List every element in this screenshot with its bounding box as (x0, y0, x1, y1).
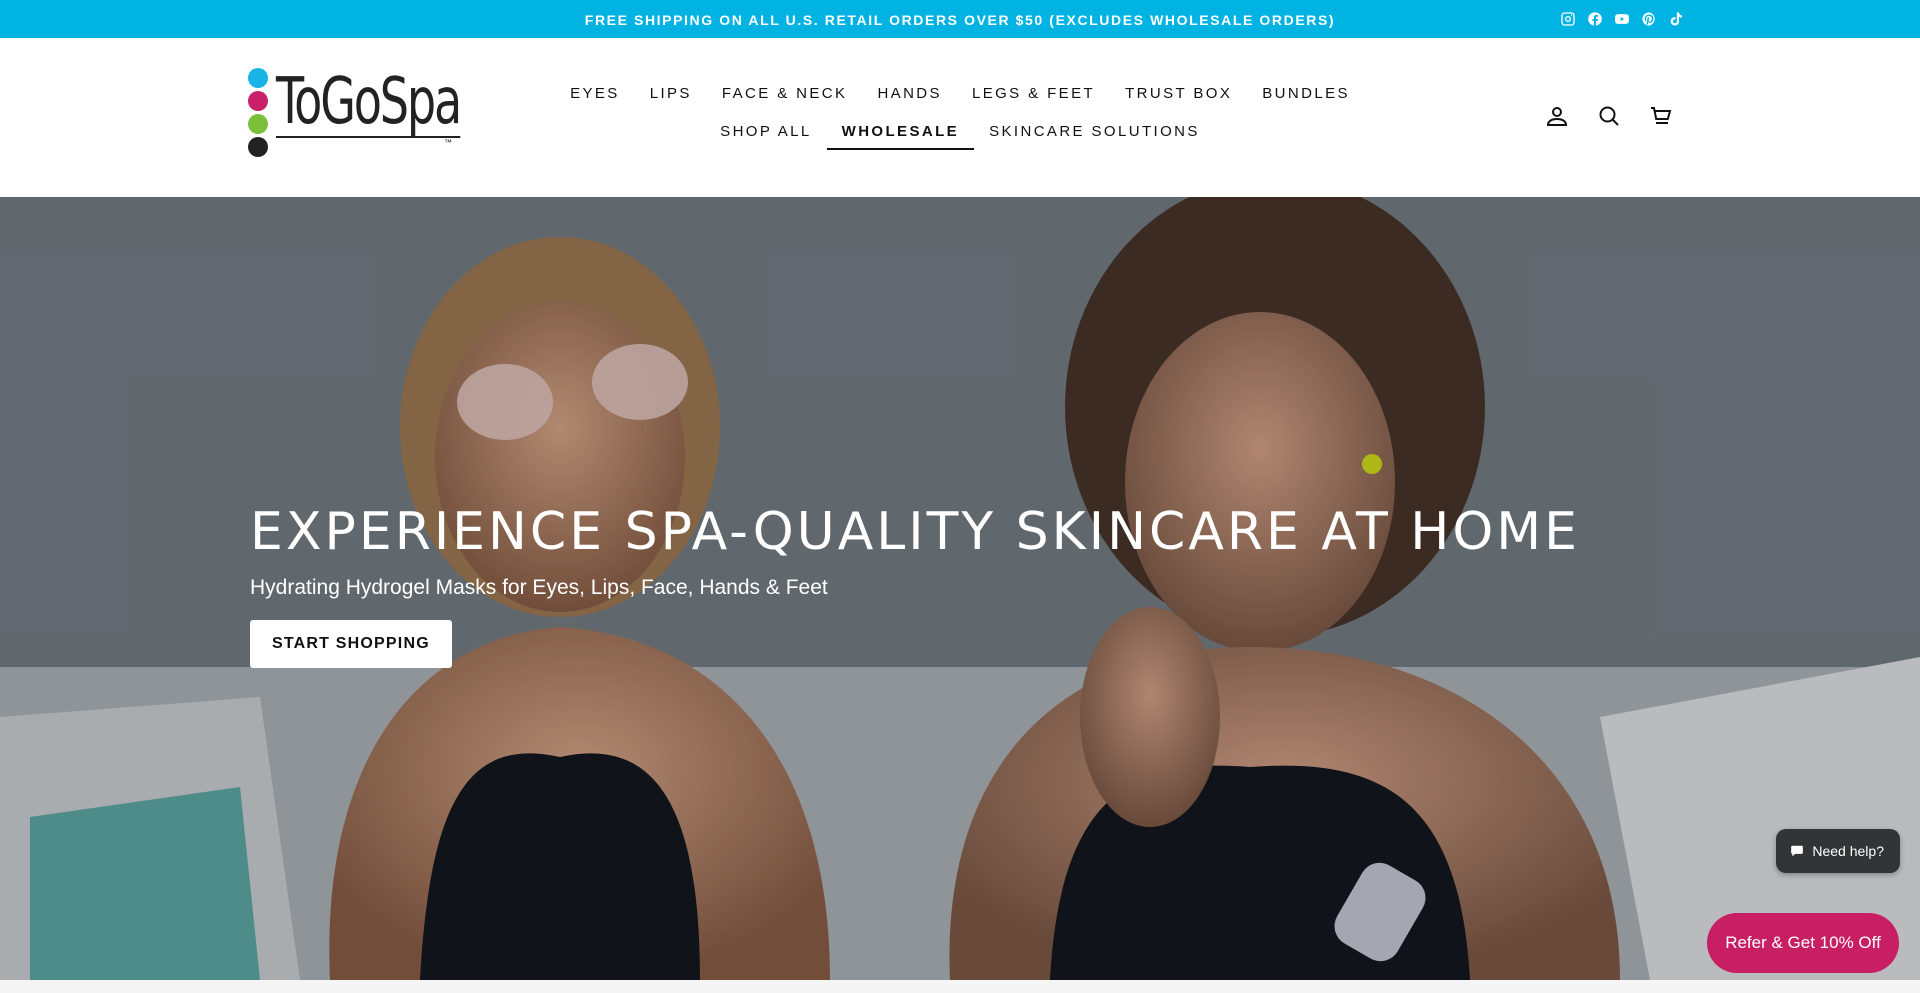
site-header: ToGoSpa ™ EYES LIPS FACE & NECK HANDS LEGS &… (0, 38, 1920, 197)
logo-wordmark: ToGoSpa (276, 65, 462, 139)
account-icon[interactable] (1545, 104, 1569, 128)
page-bottom-strip (0, 980, 1920, 993)
hero-title: EXPERIENCE SPA-QUALITY SKINCARE AT HOME (250, 502, 1580, 562)
search-icon[interactable] (1597, 104, 1621, 128)
nav-item-lips[interactable]: LIPS (635, 82, 707, 106)
header-actions (1545, 104, 1673, 128)
nav-item-hands[interactable]: HANDS (862, 82, 957, 106)
cart-icon[interactable] (1649, 104, 1673, 128)
nav-item-skincare-solutions[interactable]: SKINCARE SOLUTIONS (974, 120, 1215, 144)
logo-dot (248, 91, 268, 111)
hero-subtitle: Hydrating Hydrogel Masks for Eyes, Lips,… (250, 576, 828, 599)
nav-item-shop-all[interactable]: SHOP ALL (705, 120, 826, 144)
youtube-icon[interactable] (1613, 10, 1631, 28)
nav-item-bundles[interactable]: BUNDLES (1247, 82, 1365, 106)
tiktok-icon[interactable] (1667, 10, 1685, 28)
logo[interactable]: ToGoSpa ™ (248, 68, 462, 178)
hero-content: EXPERIENCE SPA-QUALITY SKINCARE AT HOME … (250, 502, 1580, 668)
logo-dot (248, 137, 268, 157)
pinterest-icon[interactable] (1640, 10, 1658, 28)
need-help-button[interactable]: Need help? (1776, 829, 1900, 873)
refer-button[interactable]: Refer & Get 10% Off (1707, 913, 1899, 973)
instagram-icon[interactable] (1559, 10, 1577, 28)
nav-item-face-neck[interactable]: FACE & NECK (707, 82, 863, 106)
start-shopping-button[interactable]: START SHOPPING (250, 620, 452, 668)
main-nav: EYES LIPS FACE & NECK HANDS LEGS & FEET TRUST… (500, 82, 1420, 150)
need-help-label: Need help? (1812, 843, 1884, 859)
hero-banner: EXPERIENCE SPA-QUALITY SKINCARE AT HOME … (0, 197, 1920, 980)
logo-dots (248, 68, 268, 157)
logo-trademark: ™ (444, 138, 452, 147)
facebook-icon[interactable] (1586, 10, 1604, 28)
chat-icon (1791, 845, 1804, 857)
logo-dot (248, 114, 268, 134)
nav-item-legs-feet[interactable]: LEGS & FEET (957, 82, 1110, 106)
social-links (1559, 10, 1685, 28)
nav-item-eyes[interactable]: EYES (555, 82, 635, 106)
nav-item-wholesale[interactable]: WHOLESALE (826, 120, 975, 150)
logo-dot (248, 68, 268, 88)
nav-item-trust-box[interactable]: TRUST BOX (1110, 82, 1247, 106)
announcement-bar: FREE SHIPPING ON ALL U.S. RETAIL ORDERS … (0, 0, 1920, 38)
